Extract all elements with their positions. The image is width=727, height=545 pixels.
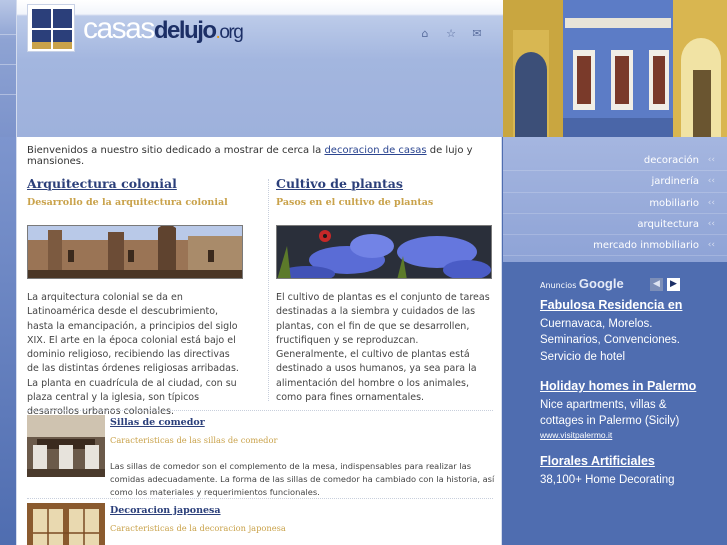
mail-icon[interactable]: ✉ bbox=[471, 28, 483, 39]
item-sillas: Sillas de comedor Caracteristicas de las… bbox=[27, 410, 495, 498]
article-subtitle: Pasos en el cultivo de plantas bbox=[276, 197, 434, 208]
ads-header: Anuncios Google ◀ ▶ bbox=[540, 276, 710, 294]
item-title[interactable]: Sillas de comedor bbox=[110, 417, 205, 428]
nav-item-mobiliario[interactable]: mobiliario ‹‹ bbox=[503, 193, 727, 214]
ads-next-button[interactable]: ▶ bbox=[667, 278, 680, 291]
ad-url[interactable]: www.visitpalermo.it bbox=[540, 430, 710, 440]
nav-item-mercado-inmobiliario[interactable]: mercado inmobiliario ‹‹ bbox=[503, 235, 727, 257]
item-body: Las sillas de comedor son el complemento… bbox=[110, 461, 495, 498]
google-ads: Anuncios Google ◀ ▶ Fabulosa Residencia … bbox=[540, 276, 710, 489]
google-logo: Google bbox=[578, 276, 624, 291]
double-chevron-left-icon: ‹‹ bbox=[707, 218, 715, 229]
nav-item-jardineria[interactable]: jardinería ‹‹ bbox=[503, 171, 727, 193]
japanese-room-photo bbox=[27, 503, 105, 545]
article-body: El cultivo de plantas es el conjunto de … bbox=[276, 292, 490, 404]
double-chevron-left-icon: ‹‹ bbox=[707, 197, 715, 208]
star-icon[interactable]: ☆ bbox=[445, 28, 457, 39]
ad-text: Nice apartments, villas & cottages in Pa… bbox=[540, 398, 680, 428]
article-cultivo: Cultivo de plantas Pasos en el cultivo d… bbox=[276, 176, 492, 405]
article-title[interactable]: Cultivo de plantas bbox=[276, 176, 492, 191]
logo-grid-icon bbox=[27, 4, 75, 52]
dining-chairs-photo bbox=[27, 415, 105, 477]
intro-text: Bienvenidos a nuestro sitio dedicado a m… bbox=[27, 145, 473, 167]
article-arquitectura: Arquitectura colonial Desarrollo de la a… bbox=[27, 176, 243, 420]
ad-title[interactable]: Holiday homes in Palermo bbox=[540, 377, 710, 395]
ad-text: Cuernavaca, Morelos. Seminarios, Convenc… bbox=[540, 318, 680, 363]
double-chevron-left-icon: ‹‹ bbox=[707, 155, 715, 165]
nav-item-decoracion[interactable]: decoración ‹‹ bbox=[503, 150, 727, 172]
ad-text: 38,100+ Home Decorating bbox=[540, 474, 675, 487]
site-header: casasdelujo.org ⌂ ☆ ✉ bbox=[17, 0, 503, 137]
ads-label: Anuncios bbox=[540, 281, 577, 290]
flowers-photo bbox=[276, 225, 492, 279]
logo-wordmark: casasdelujo.org bbox=[83, 12, 244, 45]
cathedral-photo bbox=[27, 225, 243, 279]
home-icon[interactable]: ⌂ bbox=[419, 28, 431, 39]
colonial-facade-photo bbox=[503, 0, 727, 137]
item-subtitle: Caracteristicas de las sillas de comedor bbox=[110, 435, 278, 445]
double-chevron-left-icon: ‹‹ bbox=[707, 176, 715, 187]
double-chevron-left-icon: ‹‹ bbox=[707, 240, 715, 251]
ad-item: Holiday homes in Palermo Nice apartments… bbox=[540, 377, 710, 441]
header-icons: ⌂ ☆ ✉ bbox=[419, 28, 483, 39]
ads-prev-button[interactable]: ◀ bbox=[650, 278, 663, 291]
category-nav: decoración ‹‹ jardinería ‹‹ mobiliario ‹‹ a… bbox=[503, 150, 727, 257]
left-side-strip bbox=[0, 137, 16, 545]
ad-title[interactable]: Florales Artificiales bbox=[540, 452, 710, 470]
ad-item: Fabulosa Residencia en Cuernavaca, Morel… bbox=[540, 296, 710, 365]
article-subtitle: Desarrollo de la arquitectura colonial bbox=[27, 197, 228, 208]
nav-item-arquitectura[interactable]: arquitectura ‹‹ bbox=[503, 214, 727, 236]
decoracion-link[interactable]: decoracion de casas bbox=[324, 145, 426, 156]
content-area: Bienvenidos a nuestro sitio dedicado a m… bbox=[27, 145, 495, 545]
site-logo[interactable]: casasdelujo.org bbox=[27, 4, 267, 56]
ad-title[interactable]: Fabulosa Residencia en bbox=[540, 296, 710, 314]
item-title[interactable]: Decoracion japonesa bbox=[110, 505, 221, 516]
item-subtitle: Caracteristicas de la decoracion japones… bbox=[110, 523, 286, 533]
column-divider bbox=[268, 179, 269, 401]
article-body: La arquitectura colonial se da en Latino… bbox=[27, 292, 239, 418]
item-decoracion-japonesa: Decoracion japonesa Caracteristicas de l… bbox=[27, 498, 493, 545]
article-title[interactable]: Arquitectura colonial bbox=[27, 176, 243, 191]
ad-item: Florales Artificiales 38,100+ Home Decor… bbox=[540, 452, 710, 488]
main-column: casasdelujo.org ⌂ ☆ ✉ Bienvenidos a nues… bbox=[16, 0, 503, 545]
